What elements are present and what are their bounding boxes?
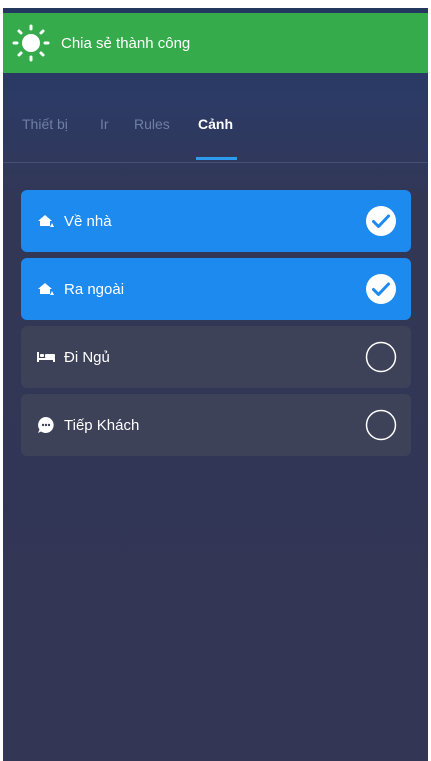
- scene-label: Tiếp Khách: [64, 416, 140, 434]
- success-toast: Chia sẻ thành công: [3, 13, 428, 73]
- chat-bubble-icon: [36, 415, 56, 435]
- scene-item-tiep-khach[interactable]: Tiếp Khách: [21, 394, 411, 456]
- tab-bar: Thiết bị Ir Rules Cảnh: [3, 108, 428, 163]
- tab-ir[interactable]: Ir: [100, 116, 109, 132]
- home-user-icon: [36, 279, 56, 299]
- scene-item-di-ngu[interactable]: Đi Ngủ: [21, 326, 411, 388]
- sun-icon: [12, 24, 50, 62]
- radio-circle-icon[interactable]: [365, 341, 397, 373]
- scene-label: Ra ngoài: [64, 280, 125, 298]
- active-tab-indicator: [196, 157, 237, 160]
- scene-item-ve-nha[interactable]: Về nhà: [21, 190, 411, 252]
- scene-item-ra-ngoai[interactable]: Ra ngoài: [21, 258, 411, 320]
- tab-thiet-bi[interactable]: Thiết bị: [22, 116, 68, 132]
- home-user-icon: [36, 211, 56, 231]
- checkmark-icon[interactable]: [365, 205, 397, 237]
- radio-circle-icon[interactable]: [365, 409, 397, 441]
- toast-message: Chia sẻ thành công: [61, 34, 191, 52]
- checkmark-icon[interactable]: [365, 273, 397, 305]
- scene-list: Về nhà Ra ngoài Đi Ngủ Tiếp Khách: [21, 190, 411, 462]
- scene-label: Đi Ngủ: [64, 348, 110, 366]
- tab-canh[interactable]: Cảnh: [198, 116, 233, 132]
- scene-label: Về nhà: [64, 212, 112, 230]
- app-screen: Chia sẻ thành công Thiết bị Ir Rules Cản…: [3, 8, 428, 761]
- bed-icon: [36, 347, 56, 367]
- tab-rules[interactable]: Rules: [134, 116, 170, 132]
